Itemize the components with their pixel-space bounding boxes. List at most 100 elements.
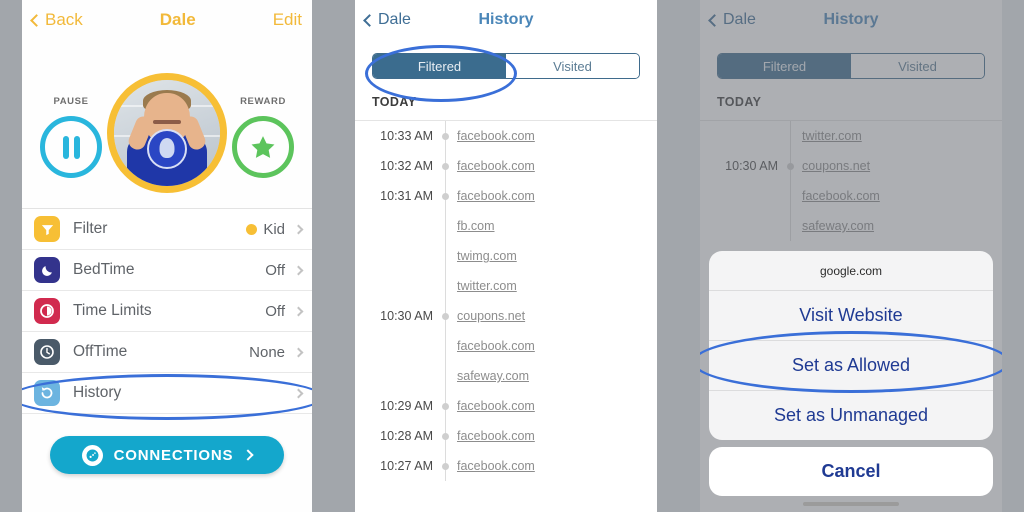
action-sheet-screen: Dale History Filtered Visited TODAY twit… (700, 0, 1002, 512)
settings-row-value-text: Off (265, 261, 285, 279)
settings-list: Filter Kid BedTime Off Time Limits Off OffTime… (22, 208, 312, 414)
connections-section: CONNECTIONS (22, 414, 312, 474)
history-screen: Dale History Filtered Visited TODAY 10:3… (355, 0, 657, 512)
pause-button[interactable] (40, 116, 102, 178)
back-button[interactable]: Dale (363, 11, 411, 29)
home-indicator (803, 502, 899, 506)
reward-control[interactable]: REWARD (218, 96, 308, 178)
timeline-dot (433, 312, 457, 320)
history-site-link[interactable]: coupons.net (457, 309, 525, 323)
moon-icon (34, 257, 60, 283)
settings-row-label: BedTime (73, 261, 135, 278)
avatar[interactable] (107, 73, 227, 193)
history-time: 10:28 AM (380, 429, 433, 443)
history-site-link[interactable]: facebook.com (457, 189, 535, 203)
tab-visited[interactable]: Visited (506, 54, 639, 78)
history-row[interactable]: fb.com (355, 211, 657, 241)
history-site-link[interactable]: facebook.com (457, 339, 535, 353)
reward-label: REWARD (240, 96, 286, 107)
action-visit-website[interactable]: Visit Website (709, 291, 993, 341)
timeline-dot (433, 162, 457, 170)
settings-row-value: Off (265, 303, 285, 320)
settings-row-value: Off (265, 262, 285, 279)
cancel-button[interactable]: Cancel (709, 447, 993, 496)
history-nav-bar: Dale History (355, 0, 657, 40)
history-icon (34, 380, 60, 406)
reward-button[interactable] (232, 116, 294, 178)
settings-row-offtime[interactable]: OffTime None (22, 332, 312, 373)
action-sheet: google.com Visit Website Set as Allowed … (709, 251, 993, 506)
history-site-link[interactable]: safeway.com (457, 369, 529, 383)
chevron-right-icon (242, 449, 254, 461)
history-time: 10:29 AM (380, 399, 433, 413)
history-site-link[interactable]: facebook.com (457, 429, 535, 443)
history-time: 10:33 AM (380, 129, 433, 143)
settings-row-label: Time Limits (73, 302, 152, 319)
timeline-dot (433, 132, 457, 140)
connections-button[interactable]: CONNECTIONS (50, 436, 284, 474)
action-set-as-unmanaged[interactable]: Set as Unmanaged (709, 391, 993, 440)
clock-icon (34, 339, 60, 365)
section-header-today: TODAY (372, 95, 417, 109)
history-row[interactable]: safeway.com (355, 361, 657, 391)
chevron-right-icon (293, 224, 304, 234)
profile-hero: PAUSE REWARD (22, 40, 312, 208)
history-header: Dale History Filtered Visited TODAY (355, 0, 657, 120)
pause-control[interactable]: PAUSE (26, 96, 116, 178)
back-button[interactable]: Back (30, 10, 83, 30)
chevron-right-icon (293, 347, 304, 357)
chevron-left-icon (30, 13, 43, 27)
tab-filtered[interactable]: Filtered (373, 54, 506, 78)
history-row[interactable]: twitter.com (355, 271, 657, 301)
history-time: 10:31 AM (380, 189, 433, 203)
history-site-link[interactable]: facebook.com (457, 459, 535, 473)
back-button-label: Back (45, 10, 83, 29)
history-row[interactable]: facebook.com (355, 331, 657, 361)
chevron-left-icon (363, 13, 376, 27)
action-sheet-options: google.com Visit Website Set as Allowed … (709, 251, 993, 440)
settings-row-bedtime[interactable]: BedTime Off (22, 250, 312, 291)
settings-row-value-text: None (249, 343, 285, 361)
action-sheet-title: google.com (709, 251, 993, 291)
settings-row-label: History (73, 384, 122, 401)
avatar-photo (114, 80, 220, 186)
history-row[interactable]: 10:30 AM coupons.net (355, 301, 657, 331)
timeline-dot (433, 462, 457, 470)
history-site-link[interactable]: facebook.com (457, 399, 535, 413)
history-time: 10:30 AM (380, 309, 433, 323)
timeline-dot (433, 192, 457, 200)
history-row[interactable]: 10:29 AM facebook.com (355, 391, 657, 421)
back-button-label: Dale (378, 11, 411, 28)
timeline-dot (433, 432, 457, 440)
history-site-link[interactable]: fb.com (457, 219, 495, 233)
settings-row-label: Filter (73, 220, 108, 237)
settings-row-time-limits[interactable]: Time Limits Off (22, 291, 312, 332)
profile-screen: Back Dale Edit PAUSE REWARD Filter Kid B… (22, 0, 312, 512)
settings-row-value-text: Off (265, 302, 285, 320)
history-list: 10:33 AM facebook.com 10:32 AM facebook.com… (355, 120, 657, 481)
history-row[interactable]: 10:28 AM facebook.com (355, 421, 657, 451)
filter-icon (34, 216, 60, 242)
settings-row-value: None (249, 344, 285, 361)
history-row[interactable]: twimg.com (355, 241, 657, 271)
history-row[interactable]: 10:27 AM facebook.com (355, 451, 657, 481)
history-site-link[interactable]: facebook.com (457, 159, 535, 173)
history-site-link[interactable]: facebook.com (457, 129, 535, 143)
chevron-right-icon (293, 388, 304, 398)
pause-label: PAUSE (53, 96, 89, 107)
history-site-link[interactable]: twitter.com (457, 279, 517, 293)
pause-icon (62, 135, 80, 159)
edit-button[interactable]: Edit (273, 10, 302, 30)
history-row[interactable]: 10:32 AM facebook.com (355, 151, 657, 181)
history-row[interactable]: 10:31 AM facebook.com (355, 181, 657, 211)
timer-icon (34, 298, 60, 324)
action-set-as-allowed[interactable]: Set as Allowed (709, 341, 993, 391)
history-row[interactable]: 10:33 AM facebook.com (355, 121, 657, 151)
connections-icon (81, 444, 103, 466)
connections-button-label: CONNECTIONS (113, 446, 234, 464)
settings-row-filter[interactable]: Filter Kid (22, 209, 312, 250)
settings-row-history[interactable]: History (22, 373, 312, 414)
settings-row-value: Kid (246, 221, 285, 238)
page-title: Dale (159, 10, 196, 29)
history-site-link[interactable]: twimg.com (457, 249, 517, 263)
